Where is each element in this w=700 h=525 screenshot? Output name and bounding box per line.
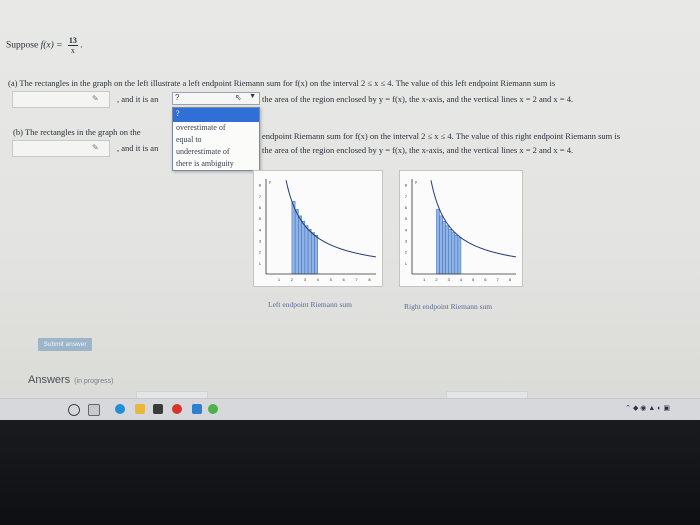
answers-label: Answers (28, 374, 71, 386)
y-tick-label: 8 (405, 183, 408, 188)
riemann-rect (291, 201, 296, 275)
x-tick-label: 8 (509, 277, 512, 282)
mouse-cursor-icon: ⇖ (235, 93, 242, 102)
y-tick-label: 5 (405, 216, 408, 221)
function-fraction: 13 x (67, 36, 78, 55)
left-riemann-chart: 8 7 6 5 4 3 2 1 1 2 3 4 5 6 7 8 y (253, 170, 383, 287)
x-tick-label: 3 (304, 277, 307, 282)
y-tick-label: 7 (405, 194, 408, 199)
x-tick-label: 5 (330, 277, 333, 282)
x-tick-label: 1 (423, 277, 426, 282)
fraction-denominator: x (70, 46, 75, 55)
riemann-rect (445, 225, 449, 275)
dropdown-option-overestimate[interactable]: overestimate of (173, 122, 259, 134)
y-tick-label: 3 (259, 238, 262, 243)
search-icon[interactable] (68, 404, 80, 416)
x-tick-label: 4 (460, 277, 463, 282)
part-a-mid-text: , and it is an (117, 94, 159, 104)
part-b-pencil-icon[interactable]: ✎ (92, 143, 99, 152)
dropdown-option-equal[interactable]: equal to (173, 134, 259, 146)
part-a-comparison-select[interactable]: ? ⇖ ▼ (172, 92, 260, 105)
y-tick-label: 1 (405, 261, 408, 266)
x-tick-label: 8 (368, 277, 371, 282)
mail-icon[interactable] (192, 404, 202, 414)
dropdown-option-ambiguity[interactable]: there is ambiguity (173, 158, 259, 170)
x-tick-label: 4 (317, 277, 320, 282)
x-tick-label: 2 (291, 277, 294, 282)
suppose-label: Suppose (6, 40, 39, 51)
y-tick-label: 4 (405, 227, 408, 232)
y-tick-label: 6 (259, 205, 262, 210)
problem-statement: Suppose f(x) = 13 x . (6, 36, 83, 55)
function-lhs: f(x) = (40, 40, 63, 51)
part-b-prefix-text: (b) The rectangles in the graph on the (13, 127, 141, 137)
riemann-rect (301, 220, 306, 275)
system-tray[interactable]: ⌃ ◆ ◉ ▲ ◐ ▣ (625, 404, 670, 412)
x-tick-label: 2 (435, 277, 438, 282)
y-tick-label: 7 (259, 194, 262, 199)
part-b-after-text: the area of the region enclosed by y = f… (262, 145, 574, 155)
part-a-text: (a) The rectangles in the graph on the l… (8, 78, 556, 88)
browser-edge-icon[interactable] (115, 404, 125, 414)
x-tick-label: 6 (343, 277, 346, 282)
os-taskbar (0, 398, 700, 421)
dropdown-option-placeholder[interactable]: ? (173, 108, 259, 122)
answers-status: (in progress) (74, 378, 114, 385)
x-tick-label: 3 (448, 277, 451, 282)
riemann-rect (451, 232, 456, 275)
part-b-mid-text: , and it is an (117, 143, 159, 153)
riemann-rect (448, 229, 453, 275)
riemann-rect (304, 225, 309, 275)
riemann-rect (311, 232, 315, 275)
app-icon[interactable] (208, 404, 218, 414)
part-a-pencil-icon[interactable]: ✎ (92, 94, 99, 103)
y-tick-label: 2 (259, 250, 262, 255)
answers-heading: Answers (in progress) (28, 374, 113, 386)
y-tick-label: 5 (259, 216, 262, 221)
y-axis-label: y (269, 179, 271, 184)
submit-answer-button[interactable]: Submit answer (38, 338, 92, 351)
riemann-rect (454, 235, 459, 275)
riemann-rect (307, 229, 312, 275)
part-b-line1-text: endpoint Riemann sum for f(x) on the int… (262, 131, 621, 141)
riemann-rect (439, 215, 443, 275)
right-chart-caption: Right endpoint Riemann sum (404, 302, 493, 311)
x-tick-label: 5 (472, 277, 475, 282)
riemann-rect (436, 209, 440, 275)
monitor-bezel (0, 420, 700, 525)
y-tick-label: 6 (405, 205, 408, 210)
y-axis-label: y (415, 179, 417, 184)
x-tick-label: 1 (278, 277, 281, 282)
chevron-down-icon[interactable]: ▼ (249, 93, 256, 100)
riemann-rect (298, 215, 302, 275)
riemann-rect (442, 220, 446, 275)
statement-period: . (80, 40, 83, 51)
y-tick-label: 2 (405, 250, 408, 255)
left-riemann-svg: 8 7 6 5 4 3 2 1 1 2 3 4 5 6 7 8 y (259, 179, 377, 282)
y-tick-label: 4 (259, 227, 262, 232)
part-a-after-text: the area of the region enclosed by y = f… (262, 94, 574, 104)
y-tick-label: 1 (259, 261, 262, 266)
y-tick-label: 3 (405, 238, 408, 243)
chrome-icon[interactable] (172, 404, 182, 414)
x-tick-label: 6 (484, 277, 487, 282)
store-icon[interactable] (153, 404, 163, 414)
screen: Suppose f(x) = 13 x . (a) The rectangles… (0, 0, 700, 421)
riemann-rect (294, 209, 299, 275)
right-riemann-svg: 8 7 6 5 4 3 2 1 1 2 3 4 5 6 7 8 y (405, 179, 517, 282)
right-riemann-chart: 8 7 6 5 4 3 2 1 1 2 3 4 5 6 7 8 y (399, 170, 523, 287)
y-tick-label: 8 (259, 183, 262, 188)
x-tick-label: 7 (497, 277, 500, 282)
select-value: ? (175, 93, 180, 102)
riemann-rect (314, 235, 319, 275)
dropdown-option-underestimate[interactable]: underestimate of (173, 146, 259, 158)
x-tick-label: 7 (355, 277, 358, 282)
fraction-numerator: 13 (67, 36, 78, 46)
comparison-dropdown-menu[interactable]: ? overestimate of equal to underestimate… (172, 107, 260, 171)
file-explorer-icon[interactable] (135, 404, 145, 414)
riemann-rect (457, 237, 462, 275)
left-chart-caption: Left endpoint Riemann sum (268, 300, 352, 309)
task-view-icon[interactable] (88, 404, 100, 416)
